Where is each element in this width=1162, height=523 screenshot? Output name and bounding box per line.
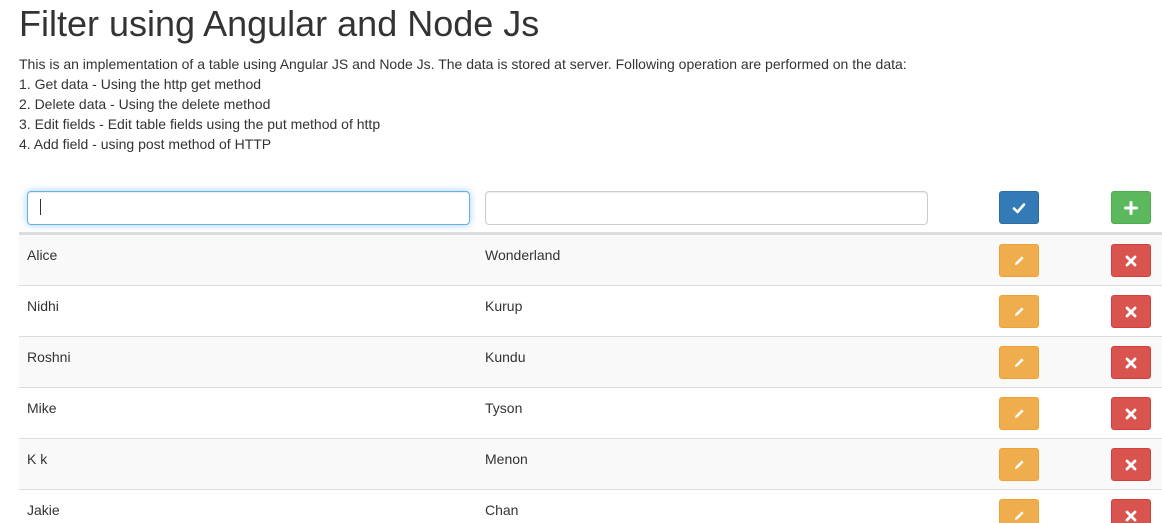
table-row: K k Menon xyxy=(19,438,1162,489)
pencil-icon xyxy=(1015,306,1024,316)
table-row: Jakie Chan xyxy=(19,489,1162,523)
last-name-cell: Chan xyxy=(485,502,519,518)
times-icon xyxy=(1125,459,1137,470)
first-name-cell: Mike xyxy=(27,400,57,416)
table-row: Nidhi Kurup xyxy=(19,285,1162,336)
delete-button[interactable] xyxy=(1111,499,1151,523)
delete-button[interactable] xyxy=(1111,346,1151,379)
delete-button[interactable] xyxy=(1111,397,1151,430)
pencil-icon xyxy=(1015,357,1024,367)
last-name-cell: Kundu xyxy=(485,349,526,365)
first-name-cell: Roshni xyxy=(27,349,71,365)
table-row: Mike Tyson xyxy=(19,387,1162,438)
first-name-cell: Alice xyxy=(27,247,58,263)
input-row xyxy=(19,182,1162,234)
first-name-input[interactable] xyxy=(27,191,470,225)
plus-icon xyxy=(1124,200,1138,215)
operation-item: 1. Get data - Using the http get method xyxy=(19,76,262,92)
operation-item: 2. Delete data - Using the delete method xyxy=(19,96,271,112)
page-title: Filter using Angular and Node Js xyxy=(19,3,540,44)
pencil-icon xyxy=(1015,255,1024,265)
first-name-cell: Nidhi xyxy=(27,298,59,314)
add-button[interactable] xyxy=(1111,191,1151,224)
text-cursor xyxy=(40,199,41,215)
times-icon xyxy=(1125,306,1137,317)
save-button[interactable] xyxy=(999,191,1039,224)
last-name-cell: Tyson xyxy=(485,400,523,416)
edit-button[interactable] xyxy=(999,295,1039,328)
delete-button[interactable] xyxy=(1111,244,1151,277)
pencil-icon xyxy=(1015,510,1024,520)
last-name-cell: Wonderland xyxy=(485,247,561,263)
times-icon xyxy=(1125,408,1137,419)
pencil-icon xyxy=(1015,459,1024,469)
times-icon xyxy=(1125,357,1137,368)
operation-item: 4. Add field - using post method of HTTP xyxy=(19,136,272,152)
times-icon xyxy=(1125,255,1137,266)
edit-button[interactable] xyxy=(999,346,1039,379)
check-icon xyxy=(1012,202,1026,213)
delete-button[interactable] xyxy=(1111,295,1151,328)
edit-button[interactable] xyxy=(999,397,1039,430)
edit-button[interactable] xyxy=(999,244,1039,277)
table-row: Alice Wonderland xyxy=(19,234,1162,285)
data-table: Alice Wonderland Nidhi Kurup Roshni Kund… xyxy=(19,182,1162,523)
times-icon xyxy=(1125,510,1137,521)
first-name-cell: Jakie xyxy=(27,502,60,518)
operations-list: 1. Get data - Using the http get method … xyxy=(19,74,907,154)
last-name-cell: Kurup xyxy=(485,298,523,314)
table-row: Roshni Kundu xyxy=(19,336,1162,387)
page: Filter using Angular and Node Js This is… xyxy=(0,0,1162,523)
last-name-input[interactable] xyxy=(485,191,928,225)
first-name-cell: K k xyxy=(27,451,48,467)
operation-item: 3. Edit fields - Edit table fields using… xyxy=(19,116,381,132)
description: This is an implementation of a table usi… xyxy=(19,56,907,72)
delete-button[interactable] xyxy=(1111,448,1151,481)
edit-button[interactable] xyxy=(999,448,1039,481)
pencil-icon xyxy=(1015,408,1024,418)
intro-text: This is an implementation of a table usi… xyxy=(19,54,907,154)
edit-button[interactable] xyxy=(999,499,1039,523)
last-name-cell: Menon xyxy=(485,451,528,467)
